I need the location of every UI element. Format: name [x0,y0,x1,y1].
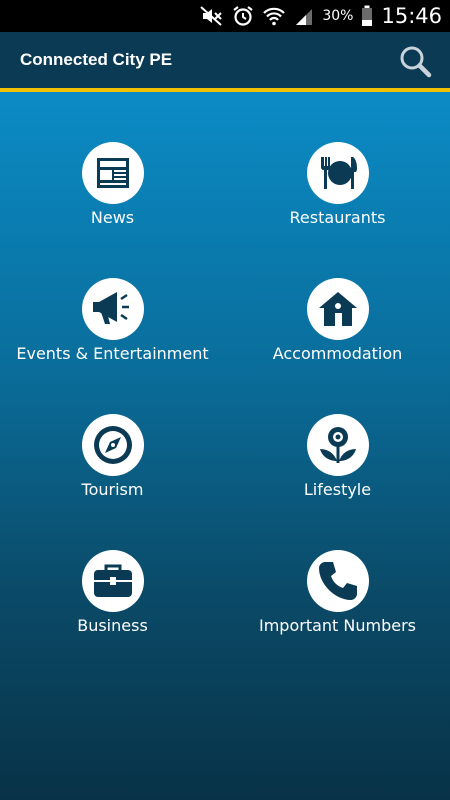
category-lifestyle[interactable]: Lifestyle [225,414,450,499]
category-tourism[interactable]: Tourism [0,414,225,499]
app-bar: Connected City PE [0,32,450,88]
signal-icon [294,6,314,26]
battery-icon [361,5,373,27]
briefcase-icon [93,564,132,597]
accommodation-circle [306,278,369,340]
newspaper-icon [96,158,129,188]
category-label: Events & Entertainment [16,344,209,363]
category-label: Tourism [81,480,144,499]
category-label: News [90,208,135,227]
flower-icon [319,427,356,463]
category-label: Restaurants [289,208,386,227]
house-icon [318,292,357,326]
category-grid: News Restaurants Events & Entertainment [0,92,450,800]
important-numbers-circle [306,550,369,612]
category-label: Accommodation [272,344,403,363]
megaphone-icon [92,292,129,324]
restaurants-circle [306,142,369,204]
wifi-icon [262,6,286,26]
app-title: Connected City PE [20,50,173,69]
category-events-entertainment[interactable]: Events & Entertainment [0,278,225,363]
tourism-circle [81,414,144,476]
category-restaurants[interactable]: Restaurants [225,142,450,227]
category-label: Important Numbers [258,616,416,635]
mute-icon [200,6,224,26]
clock: 15:46 [381,4,442,28]
battery-percent: 30% [322,8,354,24]
category-label: Business [77,616,148,635]
compass-icon [93,426,132,464]
search-button[interactable] [398,44,432,78]
status-icons: 30% 15:46 [200,0,442,32]
lifestyle-circle [306,414,369,476]
phone-icon [318,562,357,600]
plate-cutlery-icon [320,157,357,189]
events-circle [81,278,144,340]
status-bar: 30% 15:46 [0,0,450,32]
alarm-icon [232,5,254,27]
category-business[interactable]: Business [0,550,225,635]
category-accommodation[interactable]: Accommodation [225,278,450,363]
search-icon [400,46,432,78]
category-label: Lifestyle [303,480,372,499]
category-news[interactable]: News [0,142,225,227]
category-important-numbers[interactable]: Important Numbers [225,550,450,635]
news-circle [81,142,144,204]
business-circle [81,550,144,612]
